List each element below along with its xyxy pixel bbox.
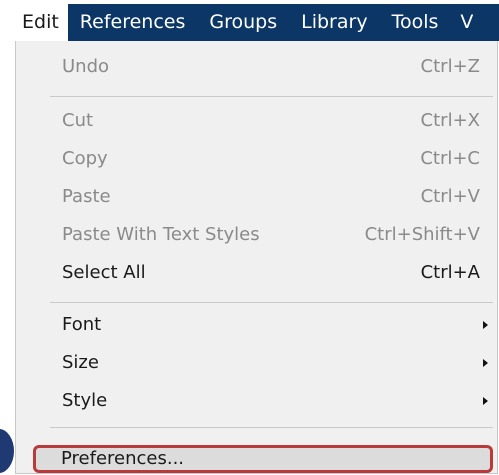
menu-edit[interactable]: Edit — [15, 4, 68, 41]
size-label: Size — [62, 352, 99, 373]
submenu-arrow-icon — [483, 321, 488, 329]
step-callout-badge — [0, 429, 14, 473]
copy-label: Copy — [62, 148, 108, 169]
cut-label: Cut — [62, 110, 94, 131]
submenu-arrow-icon — [483, 397, 488, 405]
paste-shortcut: Ctrl+V — [420, 186, 480, 207]
menu-item-select-all[interactable]: Select All Ctrl+A — [16, 254, 497, 292]
paste-styles-label: Paste With Text Styles — [62, 224, 260, 245]
preferences-label: Preferences... — [61, 448, 185, 469]
menu-item-size[interactable]: Size — [16, 344, 497, 382]
menu-item-copy[interactable]: Copy Ctrl+C — [16, 140, 497, 178]
menu-tools[interactable]: Tools — [380, 4, 451, 41]
menu-item-cut[interactable]: Cut Ctrl+X — [16, 102, 497, 140]
copy-shortcut: Ctrl+C — [420, 148, 480, 169]
menu-library[interactable]: Library — [289, 4, 379, 41]
menu-window[interactable]: V — [450, 4, 473, 41]
edit-menu-dropdown: Undo Ctrl+Z Cut Ctrl+X Copy Ctrl+C Paste… — [15, 41, 498, 474]
style-label: Style — [62, 390, 108, 411]
cut-shortcut: Ctrl+X — [420, 110, 480, 131]
menu-separator — [50, 96, 493, 97]
undo-shortcut: Ctrl+Z — [420, 56, 480, 77]
menu-separator — [50, 427, 493, 428]
submenu-arrow-icon — [483, 359, 488, 367]
paste-label: Paste — [62, 186, 111, 207]
paste-styles-shortcut: Ctrl+Shift+V — [364, 224, 480, 245]
menu-separator — [50, 302, 493, 303]
select-all-shortcut: Ctrl+A — [420, 262, 480, 283]
menu-item-style[interactable]: Style — [16, 382, 497, 420]
font-label: Font — [62, 314, 102, 335]
menu-bar: Edit References Groups Library Tools V — [15, 4, 499, 41]
undo-label: Undo — [62, 56, 110, 77]
menu-item-undo[interactable]: Undo Ctrl+Z — [16, 48, 497, 86]
menu-item-font[interactable]: Font — [16, 306, 497, 344]
select-all-label: Select All — [62, 262, 146, 283]
menu-item-paste-with-text-styles[interactable]: Paste With Text Styles Ctrl+Shift+V — [16, 216, 497, 254]
app-screen: Edit References Groups Library Tools V U… — [0, 0, 499, 475]
menu-item-paste[interactable]: Paste Ctrl+V — [16, 178, 497, 216]
menu-groups[interactable]: Groups — [197, 4, 289, 41]
menu-references[interactable]: References — [68, 4, 198, 41]
menu-item-preferences[interactable]: Preferences... — [15, 440, 498, 475]
